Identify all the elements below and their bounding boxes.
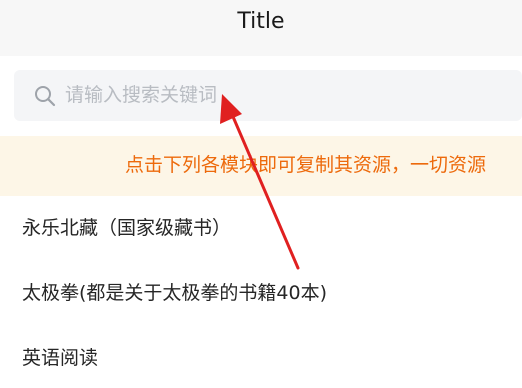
- list-item[interactable]: 太极拳(都是关于太极拳的书籍40本): [0, 261, 522, 326]
- search-placeholder: 请输入搜索关键词: [65, 84, 218, 106]
- notice-text: 点击下列各模块即可复制其资源，一切资源: [125, 154, 487, 176]
- search-input[interactable]: 请输入搜索关键词: [14, 70, 522, 121]
- list-item[interactable]: 永乐北藏（国家级藏书）: [0, 196, 522, 261]
- notice-bar: 点击下列各模块即可复制其资源，一切资源: [0, 136, 522, 196]
- list-item[interactable]: 英语阅读: [0, 326, 522, 388]
- list-item-label: 太极拳(都是关于太极拳的书籍40本): [22, 282, 328, 304]
- list-item-label: 永乐北藏（国家级藏书）: [22, 217, 232, 239]
- nav-bar: Title: [0, 0, 522, 56]
- resource-list: 永乐北藏（国家级藏书） 太极拳(都是关于太极拳的书籍40本) 英语阅读: [0, 196, 522, 388]
- list-item-label: 英语阅读: [22, 347, 99, 369]
- app-page: Title 请输入搜索关键词 点击下列各模块即可复制其资源，一切资源 永乐北藏（…: [0, 0, 522, 388]
- search-icon: [33, 84, 57, 108]
- page-title: Title: [237, 9, 285, 34]
